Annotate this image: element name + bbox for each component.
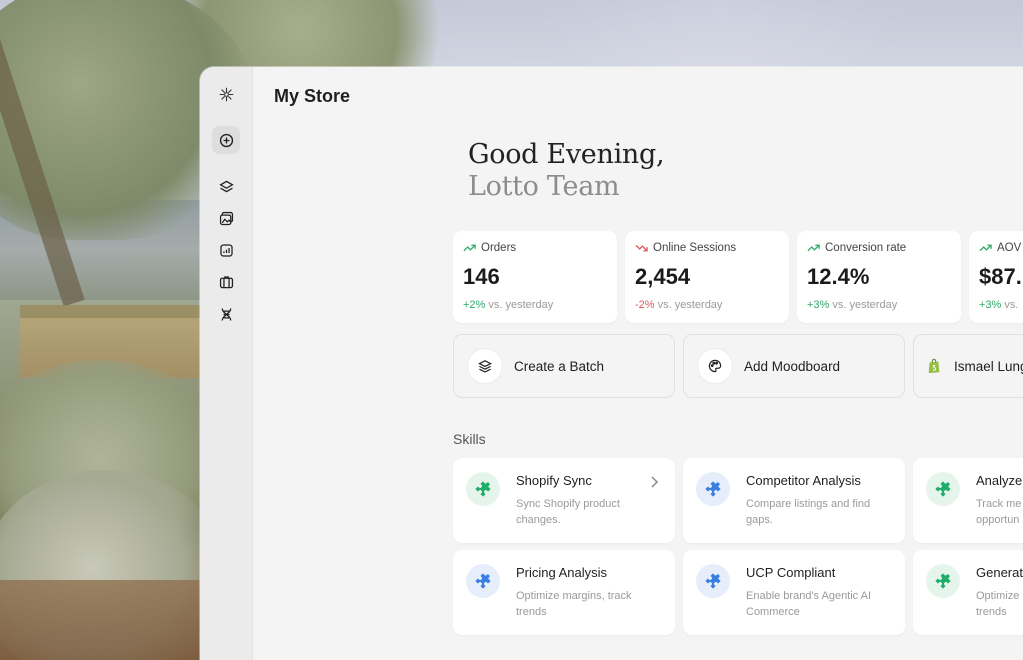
puzzle-icon — [705, 573, 721, 589]
gallery-icon — [219, 211, 233, 225]
layers-icon — [218, 180, 234, 192]
background-bush — [0, 360, 230, 560]
skill-description: Optimize margins, track trends — [516, 590, 632, 618]
skill-card-analyze[interactable]: Analyze Track me opportun — [913, 458, 1023, 543]
plus-circle-icon — [219, 133, 233, 147]
trend-up-icon — [807, 244, 820, 252]
new-button[interactable] — [212, 126, 240, 154]
chevron-right-icon — [651, 476, 659, 488]
app-window: My Store Good Evening, Lotto Team Orders… — [200, 67, 1023, 660]
sidebar-item-gallery[interactable] — [212, 204, 240, 232]
page-title: My Store — [274, 86, 351, 106]
action-label: Add Moodboard — [744, 358, 841, 374]
stat-delta-suffix: vs. yesterday — [832, 299, 898, 311]
stat-card-aov[interactable]: AOV $87. +3% vs. — [969, 231, 1023, 323]
skill-description: Sync Shopify product changes. — [516, 498, 620, 526]
add-moodboard-button[interactable]: Add Moodboard — [683, 334, 905, 398]
background-tree-trunk — [0, 33, 85, 307]
greeting-name: Lotto Team — [468, 171, 620, 202]
stat-card-online-sessions[interactable]: Online Sessions 2,454 -2% vs. yesterday — [625, 231, 789, 323]
sidebar-item-layers[interactable] — [212, 172, 240, 200]
skill-name: UCP Compliant — [746, 565, 836, 580]
stat-value: $87. — [979, 264, 1022, 289]
skill-description: Optimize trends — [976, 590, 1020, 618]
stat-value: 146 — [463, 264, 500, 289]
stat-delta-suffix: vs. — [1004, 299, 1019, 311]
logo-icon[interactable] — [212, 80, 240, 108]
stat-value: 2,454 — [635, 264, 691, 289]
stat-delta: -2% — [635, 299, 655, 311]
stat-label: Orders — [481, 242, 517, 254]
skill-name: Pricing Analysis — [516, 565, 608, 580]
main-content: My Store Good Evening, Lotto Team Orders… — [253, 67, 1023, 660]
skill-card-generate[interactable]: Generat Optimize trends — [913, 550, 1023, 635]
greeting-line: Good Evening, — [468, 139, 665, 170]
background-house-roof — [20, 305, 200, 321]
skill-name: Analyze — [976, 473, 1023, 488]
skill-name: Shopify Sync — [516, 473, 592, 488]
sidebar-item-analytics[interactable] — [212, 236, 240, 264]
trend-up-icon — [979, 244, 992, 252]
puzzle-icon — [705, 481, 721, 497]
stat-label: AOV — [997, 242, 1022, 254]
stat-label: Conversion rate — [825, 242, 907, 254]
skill-name: Competitor Analysis — [746, 473, 861, 488]
palette-icon — [708, 359, 722, 373]
trend-down-icon — [635, 244, 648, 252]
analytics-icon — [219, 243, 233, 257]
stat-label: Online Sessions — [653, 242, 737, 254]
stat-card-orders[interactable]: Orders 146 +2% vs. yesterday — [453, 231, 617, 323]
skill-description: Enable brand's Agentic AI Commerce — [746, 590, 872, 618]
puzzle-icon — [935, 481, 951, 497]
background-house — [20, 318, 200, 378]
stat-card-conversion-rate[interactable]: Conversion rate 12.4% +3% vs. yesterday — [797, 231, 961, 323]
stat-delta: +3% — [807, 299, 830, 311]
skill-card-ucp-compliant[interactable]: UCP Compliant Enable brand's Agentic AI … — [683, 550, 905, 635]
sidebar-item-dna[interactable] — [212, 300, 240, 328]
skill-card-pricing-analysis[interactable]: Pricing Analysis Optimize margins, track… — [453, 550, 675, 635]
background-ground — [0, 580, 200, 660]
skill-description: Compare listings and find gaps. — [746, 498, 871, 526]
create-batch-button[interactable]: Create a Batch — [453, 334, 675, 398]
layers-icon — [478, 360, 492, 373]
action-label: Ismael Lungi — [954, 358, 1023, 374]
skills-section-title: Skills — [453, 431, 486, 447]
skill-name: Generat — [976, 565, 1023, 580]
dna-icon — [221, 307, 231, 321]
action-label: Create a Batch — [514, 358, 605, 374]
trend-up-icon — [463, 244, 476, 252]
briefcase-icon — [219, 275, 233, 288]
shopify-icon — [928, 358, 940, 374]
stat-delta-suffix: vs. yesterday — [488, 299, 554, 311]
stat-delta: +2% — [463, 299, 486, 311]
sidebar — [200, 67, 253, 660]
greeting: Good Evening, Lotto Team — [468, 139, 665, 203]
background-bush-light — [0, 470, 230, 660]
skill-description: Track me opportun — [976, 498, 1022, 526]
shopify-store-button[interactable]: Ismael Lungi — [913, 334, 1023, 398]
background-sea — [0, 200, 200, 300]
stat-value: 12.4% — [807, 264, 870, 289]
stat-delta: +3% — [979, 299, 1002, 311]
stat-delta-suffix: vs. yesterday — [657, 299, 723, 311]
puzzle-icon — [935, 573, 951, 589]
sidebar-item-briefcase[interactable] — [212, 268, 240, 296]
puzzle-icon — [475, 481, 491, 497]
skill-card-competitor-analysis[interactable]: Competitor Analysis Compare listings and… — [683, 458, 905, 543]
skill-card-shopify-sync[interactable]: Shopify Sync Sync Shopify product change… — [453, 458, 675, 543]
puzzle-icon — [475, 573, 491, 589]
